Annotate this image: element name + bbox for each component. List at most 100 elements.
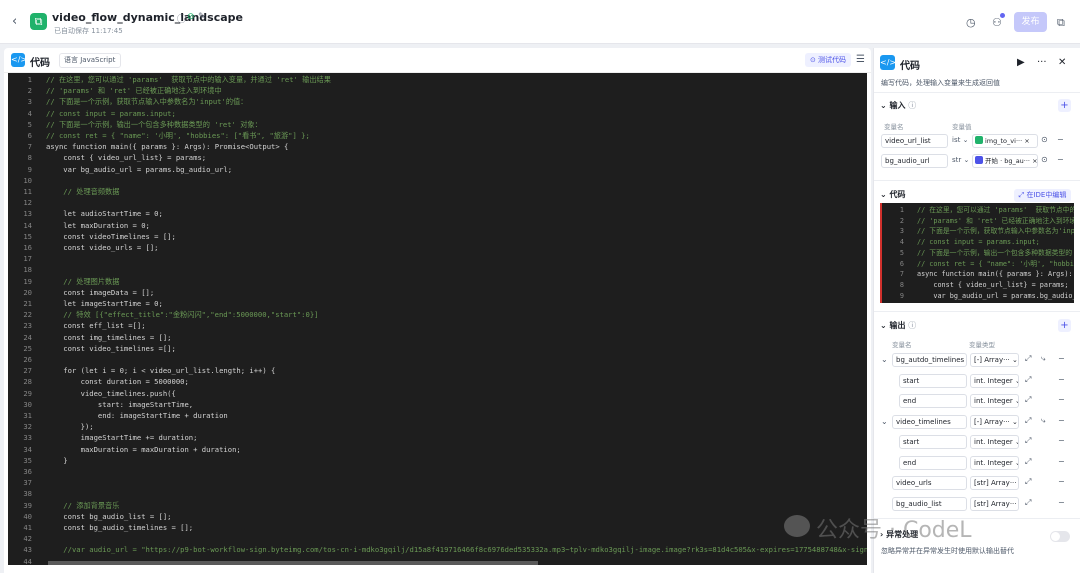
code-line[interactable]: 30 start: imageStartTime, — [8, 399, 867, 410]
code-line[interactable]: 16 const video_urls = []; — [8, 242, 867, 253]
code-line[interactable]: 4 // const input = params.input; — [8, 108, 867, 119]
code-preview[interactable]: 1 // 在这里，您可以通过 'params' 获取节点中的输入变量，并通过 'r… — [880, 203, 1074, 303]
code-line[interactable]: 33 imageStartTime += duration; — [8, 432, 867, 443]
code-line[interactable]: 42 — [8, 533, 867, 544]
clock-icon[interactable]: ⊙ — [1041, 135, 1048, 144]
code-line[interactable]: 28 const duration = 5000000; — [8, 376, 867, 387]
output-type-select[interactable]: int. Integer ⌄ — [970, 373, 1019, 388]
expand-icon[interactable]: ⤢ — [1025, 354, 1031, 364]
remove-icon[interactable]: − — [1058, 477, 1065, 486]
output-name-field[interactable]: video_timelines — [892, 414, 967, 429]
expand-icon[interactable]: ⤢ — [1025, 436, 1031, 446]
chevron-down-icon[interactable]: ⌄ — [881, 355, 888, 364]
code-line[interactable]: 39 // 添加背景音乐 — [8, 500, 867, 511]
remove-icon[interactable]: − — [1058, 498, 1065, 507]
code-line[interactable]: 35 } — [8, 455, 867, 466]
close-icon[interactable]: ✕ — [1058, 57, 1066, 68]
code-line[interactable]: 19 // 处理图片数据 — [8, 276, 867, 287]
remove-icon[interactable]: − — [1058, 375, 1065, 384]
code-line[interactable]: 23 const eff_list =[]; — [8, 320, 867, 331]
test-code-button[interactable]: ⊙ 测试代码 — [805, 53, 851, 67]
expand-icon[interactable]: ⤢ — [1025, 395, 1031, 405]
code-line[interactable]: 10 — [8, 175, 867, 186]
output-name-field[interactable]: bg_audio_list — [892, 496, 967, 511]
code-line[interactable]: 3 // 下面是一个示例，获取节点输入中参数名为'input'的值： — [8, 96, 867, 107]
output-type-select[interactable]: int. Integer ⌄ — [970, 455, 1019, 470]
output-name-field[interactable]: video_urls — [892, 476, 967, 490]
code-line[interactable]: 7 async function main({ params }: Args): … — [8, 141, 867, 152]
code-line[interactable]: 20 const imageData = []; — [8, 287, 867, 298]
code-line[interactable]: 29 video_timelines.push({ — [8, 388, 867, 399]
code-line[interactable]: 38 — [8, 488, 867, 499]
input-reference-tag[interactable]: 开始 · bg_au··· × — [972, 154, 1038, 168]
code-line[interactable]: 31 end: imageStartTime + duration — [8, 410, 867, 421]
code-line[interactable]: 12 — [8, 197, 867, 208]
output-section-title[interactable]: ⌄ 输出 ⓘ — [880, 320, 916, 331]
add-child-icon[interactable]: ⤷ — [1041, 416, 1045, 426]
code-line[interactable]: 34 maxDuration = maxDuration + duration; — [8, 444, 867, 455]
code-line[interactable]: 24 const img_timelines = []; — [8, 332, 867, 343]
chevron-down-icon[interactable]: ⌄ — [881, 417, 888, 426]
code-line[interactable]: 18 — [8, 264, 867, 275]
remove-icon[interactable]: − — [1057, 135, 1064, 144]
output-name-field[interactable]: start — [899, 373, 967, 388]
language-select[interactable]: 语言 JavaScript ⌄ — [59, 53, 121, 77]
clock-icon[interactable]: ⊙ — [1041, 155, 1048, 164]
add-output-button[interactable]: + — [1058, 319, 1071, 332]
editor-horizontal-scrollbar[interactable] — [48, 561, 538, 565]
code-line[interactable]: 27 for (let i = 0; i < video_url_list.le… — [8, 365, 867, 376]
expand-icon[interactable]: ⤢ — [1025, 457, 1031, 467]
input-type-select[interactable]: str ⌄ — [952, 156, 969, 164]
code-line[interactable]: 26 — [8, 354, 867, 365]
code-line[interactable]: 25 const video_timelines =[]; — [8, 343, 867, 354]
run-icon[interactable]: ▶ — [1017, 57, 1025, 68]
code-line[interactable]: 37 — [8, 477, 867, 488]
remove-icon[interactable]: − — [1058, 457, 1065, 466]
expand-icon[interactable]: ⤢ — [1025, 498, 1031, 508]
expand-icon[interactable]: ⤢ — [1025, 375, 1031, 385]
output-type-select[interactable]: int. Integer ⌄ — [970, 394, 1019, 408]
input-type-select[interactable]: ist ⌄ — [952, 136, 968, 144]
code-line[interactable]: 2 // 'params' 和 'ret' 已经被正确地注入到环境中 — [8, 85, 867, 96]
code-line[interactable]: 8 const { video_url_list} = params; — [8, 152, 867, 163]
input-name-field[interactable]: bg_audio_url — [881, 154, 948, 168]
code-line[interactable]: 1 // 在这里，您可以通过 'params' 获取节点中的输入变量，并通过 'r… — [8, 74, 867, 85]
output-name-field[interactable]: bg_autdo_timelines — [892, 353, 967, 367]
remove-icon[interactable]: − — [1058, 436, 1065, 445]
code-line[interactable]: 6 // const ret = { "name": '小明', "hobbies… — [8, 130, 867, 141]
code-line[interactable]: 36 — [8, 466, 867, 477]
expand-icon[interactable]: ⤢ — [1025, 416, 1031, 426]
exception-toggle[interactable] — [1050, 531, 1070, 542]
code-section-title[interactable]: ⌄ 代码 — [880, 189, 906, 200]
remove-icon[interactable]: − — [1058, 395, 1065, 404]
code-line[interactable]: 5 // 下面是一个示例，输出一个包含多种数据类型的 'ret' 对象： — [8, 119, 867, 130]
code-line[interactable]: 17 — [8, 253, 867, 264]
input-section-title[interactable]: ⌄ 输入 ⓘ — [880, 100, 916, 111]
code-line[interactable]: 15 const videoTimelines = []; — [8, 231, 867, 242]
list-menu-icon[interactable]: ☰ — [856, 54, 865, 65]
history-icon[interactable]: ◷ — [966, 16, 976, 29]
code-line[interactable]: 40 const bg_audio_list = []; — [8, 511, 867, 522]
copy-icon[interactable]: ⧉ — [1057, 16, 1065, 30]
remove-icon[interactable]: − — [1058, 354, 1065, 363]
code-line[interactable]: 21 let imageStartTime = 0; — [8, 298, 867, 309]
input-name-field[interactable]: video_url_list — [881, 134, 948, 148]
code-editor[interactable]: 44 43 //var audio_url = "https://p9-bot-w… — [8, 73, 867, 565]
code-line[interactable]: 43 //var audio_url = "https://p9-bot-wor… — [8, 544, 867, 555]
code-line[interactable]: 41 const bg_audio_timelines = []; — [8, 522, 867, 533]
output-type-select[interactable]: int. Integer ⌄ — [970, 435, 1019, 449]
remove-icon[interactable]: − — [1058, 416, 1065, 425]
code-line[interactable]: 14 let maxDuration = 0; — [8, 220, 867, 231]
edit-icon[interactable]: ✎ — [198, 12, 206, 22]
output-name-field[interactable]: start — [899, 435, 967, 449]
output-type-select[interactable]: [str] Array··· ⌄ — [970, 476, 1019, 490]
info-icon[interactable]: ⓘ — [177, 12, 186, 25]
expand-icon[interactable]: ⤢ — [1025, 477, 1031, 487]
output-type-select[interactable]: [-] Array··· ⌄ — [970, 414, 1019, 429]
edit-in-ide-button[interactable]: ⤢ 在IDE中编辑 — [1014, 189, 1071, 202]
remove-icon[interactable]: − — [1057, 155, 1064, 164]
output-name-field[interactable]: end — [899, 455, 967, 470]
more-icon[interactable]: ··· — [1037, 57, 1047, 68]
code-line[interactable]: 22 // 特效 [{"effect_title":"金粉闪闪","end":5… — [8, 309, 867, 320]
output-name-field[interactable]: end — [899, 394, 967, 408]
